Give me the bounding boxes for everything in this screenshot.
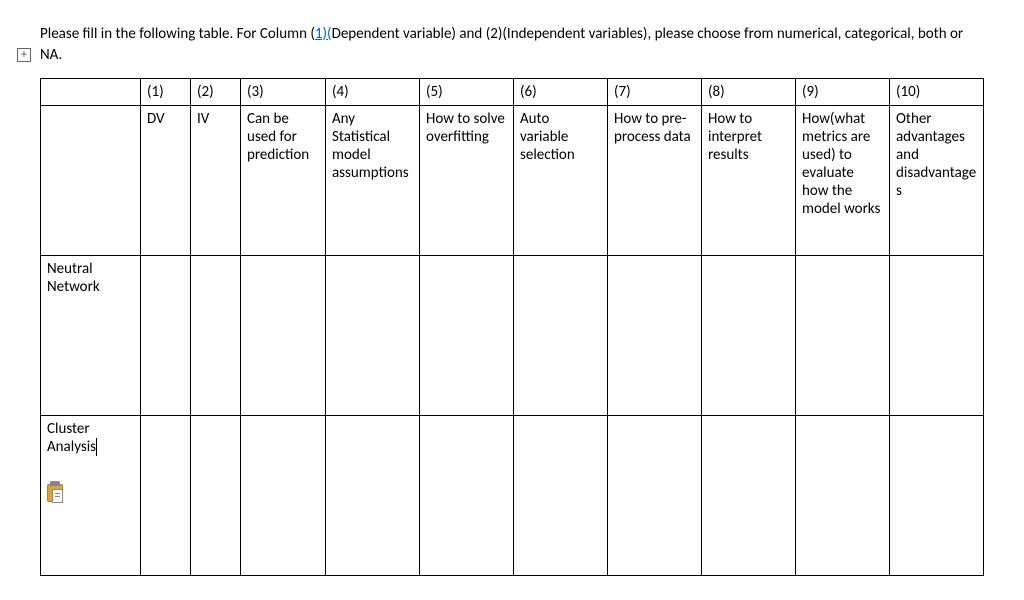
- col-label: Can be used for prediction: [241, 106, 326, 256]
- data-cell[interactable]: [141, 416, 191, 576]
- col-num: (2): [191, 79, 241, 106]
- data-cell[interactable]: [702, 416, 796, 576]
- col-num: (10): [890, 79, 984, 106]
- col-label: How to solve overfitting: [420, 106, 514, 256]
- data-cell[interactable]: [796, 416, 890, 576]
- col-num: (8): [702, 79, 796, 106]
- col-label: Auto variable selection: [514, 106, 608, 256]
- col-num: (7): [608, 79, 702, 106]
- header-blank: [41, 106, 141, 256]
- data-cell[interactable]: [890, 416, 984, 576]
- column-number-row: (1) (2) (3) (4) (5) (6) (7) (8) (9) (10): [41, 79, 984, 106]
- col-num: (1): [141, 79, 191, 106]
- col-num: (4): [326, 79, 420, 106]
- outline-expand-icon[interactable]: +: [17, 48, 31, 62]
- instruction-link[interactable]: 1)(: [315, 25, 332, 43]
- data-cell[interactable]: [420, 416, 514, 576]
- header-blank: [41, 79, 141, 106]
- column-label-row: DV IV Can be used for prediction Any Sta…: [41, 106, 984, 256]
- col-label: DV: [141, 106, 191, 256]
- data-cell[interactable]: [608, 416, 702, 576]
- data-cell[interactable]: [514, 256, 608, 416]
- data-cell[interactable]: [796, 256, 890, 416]
- data-cell[interactable]: [608, 256, 702, 416]
- data-cell[interactable]: [326, 256, 420, 416]
- col-label: Any Statistical model assumptions: [326, 106, 420, 256]
- table-row: Cluster Analysis: [41, 416, 984, 576]
- paste-options-icon[interactable]: [47, 484, 65, 504]
- instruction-prefix: Please fill in the following table. For …: [40, 25, 315, 43]
- data-cell[interactable]: [241, 416, 326, 576]
- data-cell[interactable]: [514, 416, 608, 576]
- col-num: (3): [241, 79, 326, 106]
- col-label: How to interpret results: [702, 106, 796, 256]
- col-num: (5): [420, 79, 514, 106]
- data-cell[interactable]: [420, 256, 514, 416]
- col-label: How to pre-process data: [608, 106, 702, 256]
- data-cell[interactable]: [191, 256, 241, 416]
- col-label: How(what metrics are used) to evaluate h…: [796, 106, 890, 256]
- data-cell[interactable]: [191, 416, 241, 576]
- data-cell[interactable]: [141, 256, 191, 416]
- method-cell-label: Cluster Analysis: [47, 420, 97, 456]
- method-cell[interactable]: Neutral Network: [41, 256, 141, 416]
- data-cell[interactable]: [241, 256, 326, 416]
- data-cell[interactable]: [326, 416, 420, 576]
- col-label: Other advantages and disadvantages: [890, 106, 984, 256]
- data-cell[interactable]: [890, 256, 984, 416]
- method-cell[interactable]: Cluster Analysis: [41, 416, 141, 576]
- main-table: (1) (2) (3) (4) (5) (6) (7) (8) (9) (10)…: [40, 78, 984, 576]
- instruction-text: Please fill in the following table. For …: [40, 24, 984, 66]
- col-label: IV: [191, 106, 241, 256]
- table-row: Neutral Network: [41, 256, 984, 416]
- col-num: (9): [796, 79, 890, 106]
- col-num: (6): [514, 79, 608, 106]
- data-cell[interactable]: [702, 256, 796, 416]
